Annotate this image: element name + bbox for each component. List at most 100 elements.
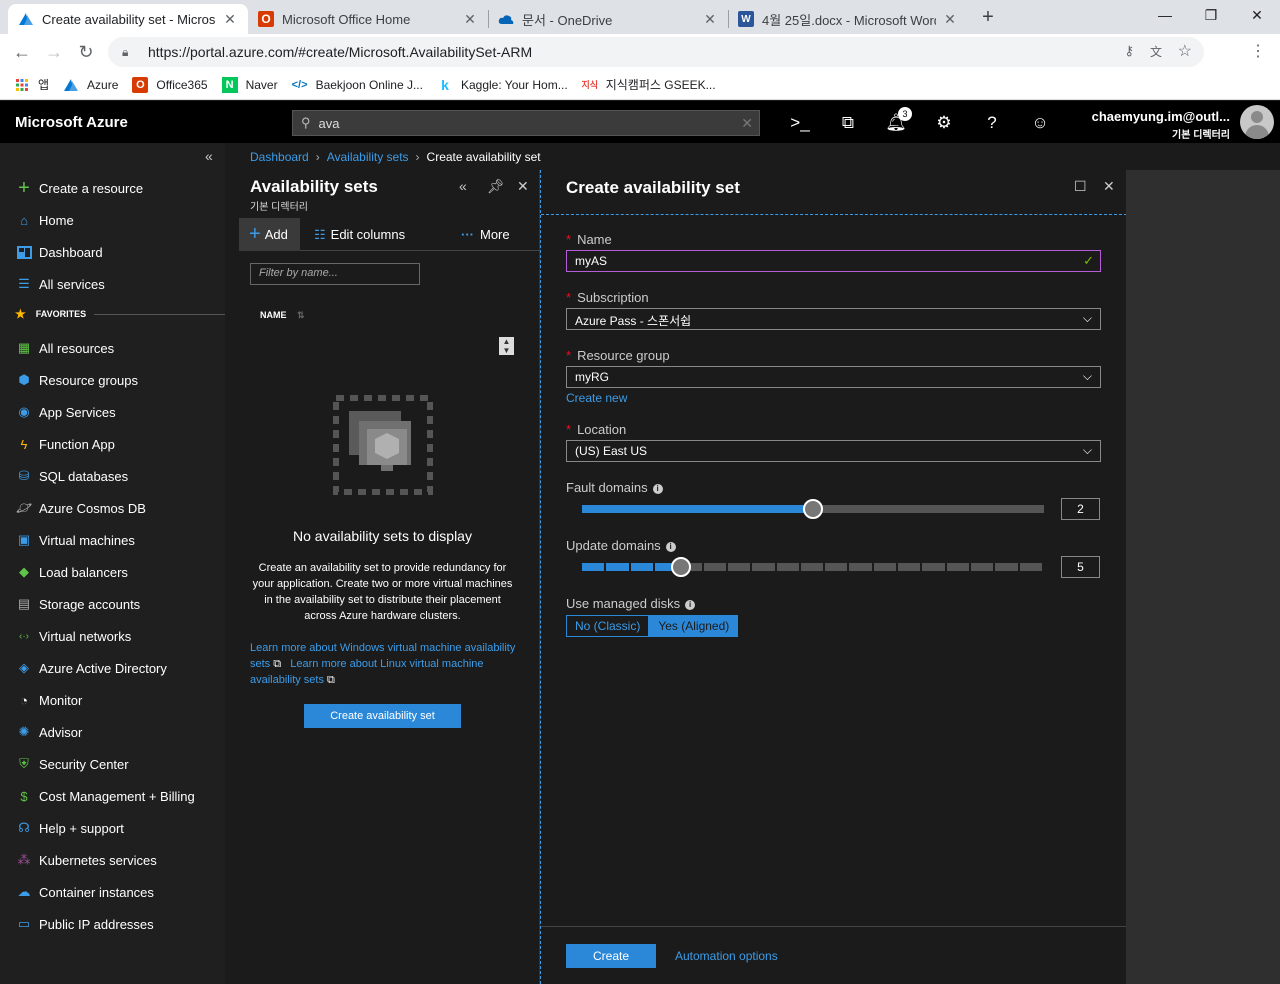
directory-filter-icon[interactable]: ⧉ [834,109,862,137]
bookmark-azure[interactable]: Azure [63,77,118,93]
close-blade-icon[interactable]: ✕ [517,178,529,195]
subscription-dropdown[interactable]: Azure Pass - 스폰서쉽 ⌵ [566,308,1101,330]
new-tab-button[interactable]: + [976,4,1000,30]
notifications-icon[interactable]: 🔔︎ 3 [882,107,912,137]
sidebar-item-function-app[interactable]: ϟ Function App [0,428,225,460]
tab-onedrive[interactable]: 문서 - OneDrive ✕ [488,4,728,34]
close-tab-icon[interactable]: ✕ [942,11,958,28]
command-bar: + Add ☷ Edit columns ··· More [239,218,540,251]
pin-icon[interactable]: 📌︎ [487,178,505,195]
chrome-menu-icon[interactable]: ⋮ [1250,40,1266,64]
bookmark-naver[interactable]: N Naver [221,76,278,93]
sidebar-item-sql-databases[interactable]: ⛁ SQL databases [0,460,225,492]
bookmark-apps[interactable]: 앱 [14,76,49,93]
portal-search-input[interactable]: ⚲ ava ✕ [292,110,760,136]
fault-domains-slider[interactable] [582,499,1044,519]
more-button[interactable]: ··· More [461,218,510,251]
collapse-blade-icon[interactable]: « [459,178,467,194]
tab-azure[interactable]: Create availability set - Microso ✕ [8,4,248,34]
help-icon[interactable]: ? [978,109,1006,137]
maximize-icon[interactable]: ☐ [1074,178,1087,195]
collapse-sidebar-icon[interactable]: « [205,148,213,164]
update-domains-value[interactable]: 5 [1061,556,1100,578]
fault-domains-value[interactable]: 2 [1061,498,1100,520]
bookmark-kaggle[interactable]: k Kaggle: Your Hom... [437,77,568,93]
restore-icon[interactable]: ❐ [1188,0,1234,30]
name-column-header[interactable]: NAME ⇅ [260,310,305,321]
sidebar-item-label: Container instances [39,884,154,900]
sidebar-item-app-services[interactable]: ◉ App Services [0,396,225,428]
slider-thumb[interactable] [803,499,823,519]
feedback-smiley-icon[interactable]: ☺ [1026,109,1054,137]
sidebar-item-all-services[interactable]: ☰ All services [0,268,225,300]
sidebar-item-create-resource[interactable]: + Create a resource [0,172,225,204]
sidebar-item-kubernetes[interactable]: ⁂ Kubernetes services [0,844,225,876]
info-icon[interactable]: i [685,599,696,610]
clear-search-icon[interactable]: ✕ [741,115,753,132]
sidebar-item-cosmos-db[interactable]: 🪐︎ Azure Cosmos DB [0,492,225,524]
managed-disks-option-no[interactable]: No (Classic) [566,615,650,637]
label-text: Location [577,422,627,437]
settings-gear-icon[interactable]: ⚙ [930,109,958,137]
scroll-stepper-icon[interactable]: ▲ ▼ [499,337,514,355]
info-icon[interactable]: i [665,541,676,552]
bookmark-star-icon[interactable]: ☆ [1178,41,1192,61]
bookmark-office365[interactable]: O Office365 [132,76,208,93]
account-info[interactable]: chaemyung.im@outl... 기본 디렉터리 [1092,109,1230,141]
close-blade-icon[interactable]: ✕ [1103,178,1115,195]
filter-by-name-input[interactable]: Filter by name... [250,263,420,285]
cloud-shell-icon[interactable]: >_ [786,109,814,137]
update-domains-slider[interactable] [582,557,1044,577]
sidebar-item-virtual-networks[interactable]: ‹·› Virtual networks [0,620,225,652]
close-tab-icon[interactable]: ✕ [702,11,718,28]
close-tab-icon[interactable]: ✕ [462,11,478,28]
resource-group-dropdown[interactable]: myRG ⌵ [566,366,1101,388]
slider-segment [825,563,848,571]
tab-word[interactable]: W 4월 25일.docx - Microsoft Word ✕ [728,4,968,34]
url-field[interactable]: 🔒︎ https://portal.azure.com/#create/Micr… [108,37,1204,67]
back-icon[interactable]: ← [10,40,34,64]
sidebar-item-azure-ad[interactable]: ◈ Azure Active Directory [0,652,225,684]
tab-office[interactable]: O Microsoft Office Home ✕ [248,4,488,34]
minimize-icon[interactable]: — [1142,0,1188,30]
slider-segment [606,563,629,571]
create-button[interactable]: Create [566,944,656,968]
key-icon[interactable]: ⚷ [1124,43,1134,59]
sidebar-item-storage-accounts[interactable]: ▤ Storage accounts [0,588,225,620]
sidebar-item-dashboard[interactable]: Dashboard [0,236,225,268]
sidebar-item-all-resources[interactable]: ▦ All resources [0,332,225,364]
managed-disks-option-yes[interactable]: Yes (Aligned) [649,615,739,637]
automation-options-link[interactable]: Automation options [675,949,778,963]
breadcrumb-availability-sets[interactable]: Availability sets [327,150,409,164]
sidebar-item-monitor[interactable]: ◔ Monitor [0,684,225,716]
name-field[interactable]: myAS ✓ [566,250,1101,272]
create-availability-set-button[interactable]: Create availability set [304,704,461,728]
edit-columns-button[interactable]: ☷ Edit columns [314,218,405,251]
sidebar-item-security-center[interactable]: ⛨ Security Center [0,748,225,780]
forward-icon[interactable]: → [42,40,66,64]
close-tab-icon[interactable]: ✕ [222,11,238,28]
learn-linux-link[interactable]: Learn more about Linux virtual machine a… [250,658,484,686]
sidebar-item-load-balancers[interactable]: ◆ Load balancers [0,556,225,588]
location-dropdown[interactable]: (US) East US ⌵ [566,440,1101,462]
breadcrumb-dashboard[interactable]: Dashboard [250,150,309,164]
bookmark-baekjoon[interactable]: </> Baekjoon Online J... [292,77,423,93]
sidebar-item-container-instances[interactable]: ☁ Container instances [0,876,225,908]
sidebar-item-public-ip[interactable]: ▭ Public IP addresses [0,908,225,940]
sidebar-item-cost-management[interactable]: $ Cost Management + Billing [0,780,225,812]
avatar[interactable] [1240,105,1274,139]
slider-thumb[interactable] [671,557,692,577]
reload-icon[interactable]: ↻ [74,40,98,64]
add-button[interactable]: + Add [239,218,300,251]
bookmark-gseek[interactable]: 지식 지식캠퍼스 GSEEK... [581,76,715,93]
sidebar-item-resource-groups[interactable]: ⬢ Resource groups [0,364,225,396]
sidebar-item-virtual-machines[interactable]: ▣ Virtual machines [0,524,225,556]
sidebar-item-home[interactable]: ⌂ Home [0,204,225,236]
close-window-icon[interactable]: ✕ [1234,0,1280,30]
sidebar-item-advisor[interactable]: ✺ Advisor [0,716,225,748]
translate-icon[interactable]: 文 [1150,43,1162,60]
portal-brand[interactable]: Microsoft Azure [15,114,128,131]
sidebar-item-help-support[interactable]: ☊ Help + support [0,812,225,844]
info-icon[interactable]: i [652,483,663,494]
create-new-link[interactable]: Create new [566,391,627,405]
